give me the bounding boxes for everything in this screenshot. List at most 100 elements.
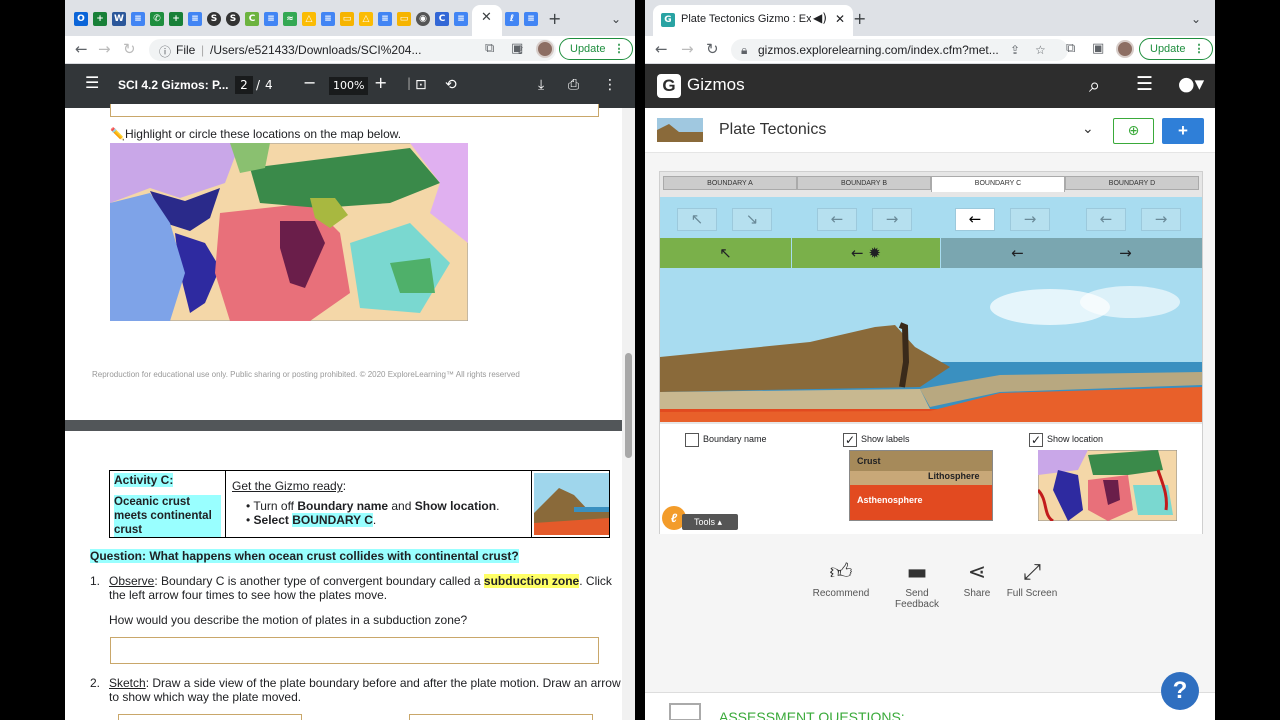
show-labels-checkbox[interactable]: ✓ [843,433,857,447]
audio-icon[interactable]: ◀) [813,11,827,25]
close-tab-icon[interactable]: ✕ [835,12,845,26]
star-icon[interactable]: ☆ [1035,43,1046,57]
recommend-button[interactable]: 👍︎ Recommend [809,558,873,599]
rotate-icon[interactable]: ⟲ [445,77,457,93]
download-icon[interactable]: ⤓ [538,77,544,93]
close-tab-icon[interactable]: ✕ [481,9,492,27]
avatar[interactable] [1116,40,1134,58]
menu-icon[interactable]: ☰ [1136,73,1153,95]
zoom-in-icon[interactable]: + [374,75,387,91]
chevron-down-icon[interactable]: ⌄ [1082,121,1094,137]
sketch-box[interactable] [118,714,302,720]
arrow-left-button[interactable]: ← [955,208,995,231]
print-icon[interactable]: ⎙ [568,77,579,93]
answer-box[interactable] [110,104,599,117]
reload-icon[interactable]: ↻ [123,40,136,58]
classroom-icon[interactable]: C [435,12,449,26]
help-button[interactable]: ? [1161,672,1199,710]
fullscreen-button[interactable]: ⤢ Full Screen [1000,558,1064,599]
page-number-input[interactable]: 2 [235,76,253,94]
chevron-down-icon[interactable]: ⌄ [611,10,621,28]
tab-boundary-a[interactable]: BOUNDARY A [663,176,797,190]
app-icon[interactable]: ℓ [505,12,519,26]
active-tab[interactable]: ✕ [472,5,502,36]
address-bar[interactable]: ⓘ File | /Users/e521433/Downloads/SCI%20… [149,39,556,61]
boundary-name-checkbox[interactable] [685,433,699,447]
arrow-left-button[interactable]: ← [817,208,857,231]
sidepanel-icon[interactable]: ▣ [1092,41,1104,57]
docs-icon[interactable]: ≡ [188,12,202,26]
tab-boundary-c[interactable]: BOUNDARY C [931,176,1065,192]
gizmo-thumbnail [534,473,609,535]
docs-icon[interactable]: ≡ [378,12,392,26]
docs-icon[interactable]: ≡ [454,12,468,26]
address-bar[interactable]: 🔒︎ gizmos.explorelearning.com/index.cfm?… [731,39,1068,61]
drive-icon[interactable]: △ [302,12,316,26]
tab-boundary-b[interactable]: BOUNDARY B [797,176,931,190]
arrow-down-right-button[interactable]: ↘ [732,208,772,231]
sketch-box[interactable] [409,714,593,720]
slides-icon[interactable]: ▭ [340,12,354,26]
search-icon[interactable]: ⌕ [1089,73,1100,97]
arrow-right-button[interactable]: → [1141,208,1181,231]
docs-icon[interactable]: ≡ [321,12,335,26]
zoom-input[interactable]: 100% [329,77,369,95]
docs-icon[interactable]: ≡ [264,12,278,26]
more-icon[interactable]: ⋮ [603,77,617,93]
sheets-icon[interactable]: + [93,12,107,26]
sheets-icon[interactable]: + [169,12,183,26]
show-location-checkbox[interactable]: ✓ [1029,433,1043,447]
zoom-out-icon[interactable]: − [303,75,316,91]
app-icon[interactable]: ≈ [283,12,297,26]
phone-icon[interactable]: ✆ [150,12,164,26]
scrollbar[interactable] [622,108,635,720]
answer-box[interactable] [110,637,599,664]
extensions-icon[interactable]: ⧉ [1066,41,1075,57]
docs-icon[interactable]: ≡ [524,12,538,26]
item-label: Sketch [109,676,146,690]
forward-icon[interactable]: → [681,40,694,58]
forward-icon[interactable]: → [98,40,111,58]
arrow-up-left-button[interactable]: ↖ [677,208,717,231]
tools-button[interactable]: ℓ Tools ▴ [662,506,738,532]
pdf-viewport[interactable]: ✏️Highlight or circle these locations on… [65,104,635,720]
arrow-left-button[interactable]: ← [1086,208,1126,231]
tab-boundary-d[interactable]: BOUNDARY D [1065,176,1199,190]
share-icon[interactable]: ⇪ [1010,43,1020,57]
update-button[interactable]: Update ⋮ [559,38,634,60]
scrollbar-thumb[interactable] [625,353,632,458]
simulation-panel[interactable]: BOUNDARY A BOUNDARY B BOUNDARY C BOUNDAR… [659,171,1203,534]
outlook-icon[interactable]: O [74,12,88,26]
drive-icon[interactable]: △ [359,12,373,26]
active-tab[interactable]: G Plate Tectonics Gizmo : Ex ◀) ✕ [653,5,853,36]
word-icon[interactable]: W [112,12,126,26]
back-icon[interactable]: ← [655,40,668,58]
extensions-icon[interactable]: ⧉ [485,41,494,57]
reload-icon[interactable]: ↻ [706,40,719,58]
app-icon[interactable]: ◉ [416,12,430,26]
classroom-icon[interactable]: C [245,12,259,26]
user-icon[interactable]: ●▾ [1178,73,1204,95]
slides-icon[interactable]: ▭ [397,12,411,26]
send-feedback-button[interactable]: ▬ Send Feedback [885,558,949,610]
docs-icon[interactable]: ≡ [131,12,145,26]
arrow-right-button[interactable]: → [872,208,912,231]
back-icon[interactable]: ← [75,40,88,58]
menu-icon[interactable]: ☰ [85,75,99,91]
sidepanel-icon[interactable]: ▣ [511,41,523,57]
text: and [388,499,415,513]
arrow-right-button[interactable]: → [1010,208,1050,231]
pdf-toolbar: ☰ SCI 4.2 Gizmos: P... 2 / 4 − 100% + | … [65,64,635,108]
new-tab-icon[interactable]: + [548,10,561,28]
add-button[interactable]: + [1162,118,1204,144]
add-to-folder-button[interactable]: ⊕ [1113,118,1154,144]
fit-page-icon[interactable]: ⊡ [415,77,427,93]
new-tab-icon[interactable]: + [853,10,866,28]
checkbox-label: Show labels [861,434,910,444]
app-icon[interactable]: S [226,12,240,26]
avatar[interactable] [536,40,554,58]
update-button[interactable]: Update ⋮ [1139,38,1214,60]
chevron-down-icon[interactable]: ⌄ [1191,10,1201,28]
app-icon[interactable]: S [207,12,221,26]
gizmos-logo-icon[interactable]: G [657,74,681,98]
